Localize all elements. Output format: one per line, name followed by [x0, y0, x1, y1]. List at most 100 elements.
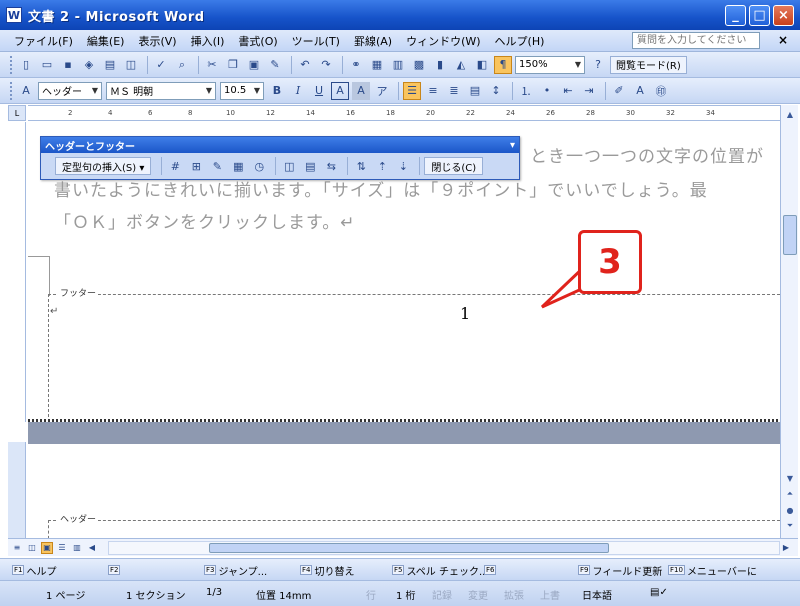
- align-center-icon[interactable]: ≡: [424, 82, 442, 100]
- font-size-combo[interactable]: 10.5 ▼: [220, 81, 264, 100]
- format-page-number-icon[interactable]: ✎: [208, 157, 226, 175]
- permission-icon[interactable]: ◈: [80, 56, 98, 74]
- italic-button[interactable]: I: [289, 82, 307, 100]
- save-icon[interactable]: ▪: [59, 56, 77, 74]
- document-close-icon[interactable]: ×: [778, 33, 788, 47]
- zoom-combo[interactable]: 150% ▼: [515, 55, 585, 74]
- menu-view[interactable]: 表示(V): [138, 33, 176, 49]
- insert-date-icon[interactable]: ▦: [229, 157, 247, 175]
- highlight-icon[interactable]: ✐: [610, 82, 628, 100]
- switch-header-footer-icon[interactable]: ⇅: [352, 157, 370, 175]
- line-spacing-icon[interactable]: ↕: [487, 82, 505, 100]
- undo-icon[interactable]: ↶: [296, 56, 314, 74]
- hyperlink-icon[interactable]: ⚭: [347, 56, 365, 74]
- research-icon[interactable]: ⌕: [173, 56, 191, 74]
- footer-area[interactable]: [48, 294, 780, 422]
- insert-page-number-icon[interactable]: #: [166, 157, 184, 175]
- show-document-text-icon[interactable]: ▤: [301, 157, 319, 175]
- insert-autotext-button[interactable]: 定型句の挿入(S) ▾: [55, 157, 152, 175]
- columns-icon[interactable]: ▮: [431, 56, 449, 74]
- scroll-left-icon[interactable]: ◀: [86, 542, 98, 554]
- show-next-icon[interactable]: ⇣: [394, 157, 412, 175]
- chevron-down-icon[interactable]: ▾: [510, 140, 515, 151]
- bold-button[interactable]: B: [268, 82, 286, 100]
- vertical-ruler[interactable]: [8, 122, 26, 422]
- bullets-icon[interactable]: •: [538, 82, 556, 100]
- vertical-scrollbar[interactable]: ▲ ▼ ⏶ ● ⏷: [780, 105, 798, 538]
- web-layout-icon[interactable]: ◫: [26, 542, 38, 554]
- copy-icon[interactable]: ❐: [224, 56, 242, 74]
- insert-excel-icon[interactable]: ▩: [410, 56, 428, 74]
- phonetic-guide-icon[interactable]: ア: [373, 82, 391, 100]
- underline-button[interactable]: U: [310, 82, 328, 100]
- same-as-previous-icon[interactable]: ⇆: [322, 157, 340, 175]
- toolbar-grip[interactable]: [10, 81, 13, 100]
- insert-time-icon[interactable]: ◷: [250, 157, 268, 175]
- normal-view-icon[interactable]: ≡: [11, 542, 23, 554]
- maximize-button[interactable]: □: [749, 5, 770, 26]
- font-color-icon[interactable]: A: [631, 82, 649, 100]
- outline-view-icon[interactable]: ☰: [56, 542, 68, 554]
- show-previous-icon[interactable]: ⇡: [373, 157, 391, 175]
- menu-insert[interactable]: 挿入(I): [191, 33, 225, 49]
- horizontal-ruler[interactable]: 2 4 6 8 10 12 14 16 18 20 22 24 26 28 30…: [28, 105, 780, 121]
- menu-format[interactable]: 書式(O): [238, 33, 277, 49]
- menu-help[interactable]: ヘルプ(H): [495, 33, 545, 49]
- style-combo[interactable]: ヘッダー ▼: [38, 81, 102, 100]
- numbering-icon[interactable]: ⒈: [517, 82, 535, 100]
- previous-page-icon[interactable]: ⏶: [783, 487, 797, 501]
- paste-icon[interactable]: ▣: [245, 56, 263, 74]
- tables-borders-icon[interactable]: ▦: [368, 56, 386, 74]
- browse-object-icon[interactable]: ●: [783, 503, 797, 517]
- function-key-spell-check[interactable]: F5 スペル チェック...: [392, 562, 489, 578]
- scroll-up-icon[interactable]: ▲: [783, 107, 797, 121]
- document-area[interactable]: とき一つ一つの文字の位置が 書いたようにきれいに揃います。「サイズ」は「９ポイン…: [28, 122, 780, 538]
- help-icon[interactable]: ?: [589, 56, 607, 74]
- align-right-icon[interactable]: ≣: [445, 82, 463, 100]
- insert-page-count-icon[interactable]: ⊞: [187, 157, 205, 175]
- new-document-icon[interactable]: ▯: [17, 56, 35, 74]
- page-number-field[interactable]: 1: [460, 304, 470, 323]
- cut-icon[interactable]: ✂: [203, 56, 221, 74]
- redo-icon[interactable]: ↷: [317, 56, 335, 74]
- function-key-switch[interactable]: F4 切り替え: [300, 562, 354, 578]
- horizontal-scrollbar[interactable]: [108, 541, 780, 555]
- vertical-scroll-thumb[interactable]: [783, 215, 797, 255]
- menu-tools[interactable]: ツール(T): [292, 33, 340, 49]
- menu-table[interactable]: 罫線(A): [354, 33, 392, 49]
- help-search-input[interactable]: [632, 32, 760, 49]
- menu-window[interactable]: ウィンドウ(W): [406, 33, 480, 49]
- tab-selector[interactable]: L: [8, 105, 26, 121]
- spelling-status-icon[interactable]: ▤✓: [650, 587, 668, 598]
- increase-indent-icon[interactable]: ⇥: [580, 82, 598, 100]
- function-key-menubar[interactable]: F10 メニューバーに: [668, 562, 757, 578]
- close-header-footer-button[interactable]: 閉じる(C): [424, 157, 484, 175]
- reading-mode-button[interactable]: 閲覧モード(R): [610, 55, 687, 74]
- header-area[interactable]: [48, 520, 780, 538]
- character-shading-button[interactable]: A: [352, 81, 370, 100]
- function-key-help[interactable]: F1 ヘルプ: [12, 562, 56, 578]
- enclose-characters-icon[interactable]: ㊞: [652, 82, 670, 100]
- decrease-indent-icon[interactable]: ⇤: [559, 82, 577, 100]
- menu-edit[interactable]: 編集(E): [87, 33, 125, 49]
- spelling-icon[interactable]: ✓: [152, 56, 170, 74]
- font-combo[interactable]: ＭＳ 明朝 ▼: [106, 81, 216, 100]
- function-key-2[interactable]: F2: [108, 562, 122, 578]
- function-key-jump[interactable]: F3 ジャンプ...: [204, 562, 267, 578]
- next-page-icon[interactable]: ⏷: [783, 519, 797, 533]
- status-ext[interactable]: 拡張: [504, 587, 524, 602]
- status-rec[interactable]: 記録: [432, 587, 452, 602]
- open-folder-icon[interactable]: ▭: [38, 56, 56, 74]
- format-painter-icon[interactable]: ✎: [266, 56, 284, 74]
- reading-layout-icon[interactable]: ▥: [71, 542, 83, 554]
- character-border-button[interactable]: A: [331, 81, 349, 100]
- menu-file[interactable]: ファイル(F): [14, 33, 73, 49]
- status-trk[interactable]: 変更: [468, 587, 488, 602]
- drawing-icon[interactable]: ◭: [452, 56, 470, 74]
- distribute-icon[interactable]: ▤: [466, 82, 484, 100]
- status-ovr[interactable]: 上書: [540, 587, 560, 602]
- print-layout-icon[interactable]: ▣: [41, 541, 53, 554]
- close-button[interactable]: ×: [773, 5, 794, 26]
- word-document-icon[interactable]: W: [6, 7, 22, 23]
- insert-table-icon[interactable]: ▥: [389, 56, 407, 74]
